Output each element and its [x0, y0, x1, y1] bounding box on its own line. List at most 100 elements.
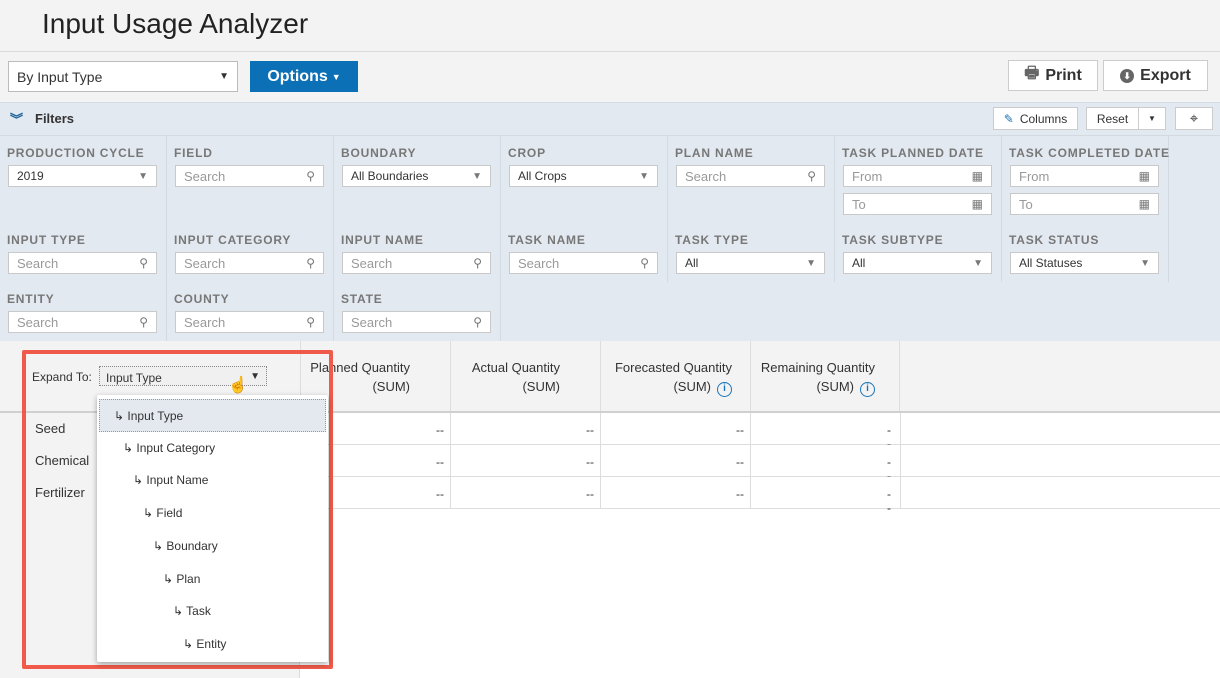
filter-value: All Boundaries [351, 169, 429, 183]
filter-select[interactable]: 2019 ▼ [8, 165, 157, 187]
filter-search-input[interactable]: Search ⚲ [509, 252, 658, 274]
filter-search-input[interactable]: Search ⚲ [342, 311, 491, 333]
date-from-input[interactable]: From ▦ [1010, 165, 1159, 187]
filter-value: From [852, 168, 883, 184]
options-button[interactable]: Options ▼ [250, 61, 358, 92]
indent-arrow-icon: ↳ [173, 604, 187, 619]
dropdown-option[interactable]: ↳ Entity [99, 628, 326, 661]
table-cell: -- [600, 413, 750, 445]
option-label: Entity [196, 636, 227, 651]
filter-search-input[interactable]: Search ⚲ [8, 311, 157, 333]
caret-down-icon: ▼ [1148, 114, 1156, 123]
filter-search-input[interactable]: Search ⚲ [342, 252, 491, 274]
reset-dropdown-button[interactable]: ▼ [1138, 107, 1166, 130]
dropdown-option[interactable]: ↳ Input Name [99, 464, 326, 497]
search-icon: ⚲ [473, 315, 482, 329]
filters-toggle[interactable]: Filters [35, 111, 74, 126]
option-label: Input Name [146, 473, 209, 488]
filter-select[interactable]: All ▼ [843, 252, 992, 274]
date-to-input[interactable]: To ▦ [1010, 193, 1159, 215]
filter-search-input[interactable]: Search ⚲ [175, 311, 324, 333]
filter-value: Search [184, 255, 226, 271]
filter-value: Search [17, 314, 59, 330]
filter-label: PLAN NAME [675, 146, 754, 160]
view-select-value: By Input Type [17, 68, 103, 85]
filter-value: Search [17, 255, 59, 271]
option-label: Boundary [166, 538, 218, 553]
column-subtitle: (SUM) [816, 379, 854, 394]
calendar-icon: ▦ [971, 197, 983, 211]
caret-down-icon: ▼ [219, 71, 229, 82]
calendar-icon: ▦ [1138, 169, 1150, 183]
search-icon: ⚲ [306, 315, 315, 329]
filter-label: INPUT NAME [341, 233, 424, 247]
caret-down-icon: ▼ [1140, 257, 1150, 269]
filter-label: TASK PLANNED DATE [842, 146, 984, 160]
table-cell: -- [750, 413, 900, 451]
filter-value: To [1019, 196, 1033, 212]
filter-search-input[interactable]: Search ⚲ [175, 252, 324, 274]
search-icon: ⚲ [807, 169, 816, 183]
calendar-icon: ▦ [971, 169, 983, 183]
column-forecasted-quantity[interactable]: Forecasted Quantity (SUM) i [600, 341, 750, 411]
collapse-chevron-icon[interactable]: ︾ [10, 109, 23, 128]
filter-search-input[interactable]: Search ⚲ [8, 252, 157, 274]
expand-to-dropdown: ↳ Input Type ↳ Input Category ↳ Input Name… [97, 395, 328, 662]
filter-label: COUNTY [174, 292, 230, 306]
indent-arrow-icon: ↳ [133, 473, 147, 488]
date-to-input[interactable]: To ▦ [843, 193, 992, 215]
filter-search-input[interactable]: Search ⚲ [676, 165, 825, 187]
dropdown-option[interactable]: ↳ Input Category [99, 432, 326, 465]
option-label: Input Type [127, 409, 184, 423]
caret-down-icon: ▼ [973, 257, 983, 269]
dropdown-option[interactable]: ↳ Plan [99, 563, 326, 596]
filter-label: PRODUCTION CYCLE [7, 146, 145, 160]
info-icon[interactable]: i [860, 382, 875, 397]
options-label: Options [267, 67, 328, 85]
search-icon: ⚲ [640, 256, 649, 270]
print-label: Print [1045, 66, 1082, 84]
filter-select[interactable]: All Boundaries ▼ [342, 165, 491, 187]
option-label: Plan [176, 571, 201, 586]
search-icon: ⚲ [473, 256, 482, 270]
indent-arrow-icon: ↳ [114, 409, 128, 423]
dropdown-option[interactable]: ↳ Task [99, 595, 326, 628]
export-button[interactable]: ⬇ Export [1103, 60, 1208, 91]
table-cell: -- [750, 445, 900, 483]
locate-button[interactable]: ⌖ [1175, 107, 1213, 130]
caret-down-icon: ▼ [331, 71, 341, 82]
filter-select[interactable]: All ▼ [676, 252, 825, 274]
indent-arrow-icon: ↳ [123, 440, 137, 455]
view-select[interactable]: By Input Type ▼ [8, 61, 238, 92]
column-remaining-quantity[interactable]: Remaining Quantity (SUM) i [750, 341, 900, 411]
filter-value: All Statuses [1019, 256, 1083, 270]
columns-button[interactable]: ✎ Columns [993, 107, 1078, 130]
dropdown-option[interactable]: ↳ Boundary [99, 530, 326, 563]
filter-value: Search [184, 168, 226, 184]
caret-down-icon: ▼ [138, 170, 148, 182]
filter-label: CROP [508, 146, 546, 160]
dropdown-option[interactable]: ↳ Input Type [99, 399, 326, 432]
filter-label: INPUT CATEGORY [174, 233, 292, 247]
table-cell: -- [450, 413, 600, 445]
print-button[interactable]: 🖶 Print [1008, 60, 1098, 91]
dropdown-option[interactable]: ↳ Field [99, 497, 326, 530]
option-label: Field [156, 506, 183, 521]
download-icon: ⬇ [1120, 68, 1135, 83]
search-icon: ⚲ [306, 256, 315, 270]
date-from-input[interactable]: From ▦ [843, 165, 992, 187]
reset-button[interactable]: Reset [1086, 107, 1139, 130]
columns-label: Columns [1019, 111, 1068, 126]
printer-icon: 🖶 [1024, 65, 1040, 82]
filter-value: From [1019, 168, 1050, 184]
filter-value: Search [518, 255, 560, 271]
filter-select[interactable]: All Statuses ▼ [1010, 252, 1159, 274]
filter-value: All [852, 256, 866, 270]
filter-search-input[interactable]: Search ⚲ [175, 165, 324, 187]
filter-select[interactable]: All Crops ▼ [509, 165, 658, 187]
column-subtitle: (SUM) [673, 379, 711, 394]
page-title: Input Usage Analyzer [42, 8, 309, 39]
info-icon[interactable]: i [717, 382, 732, 397]
column-actual-quantity[interactable]: Actual Quantity (SUM) [450, 341, 600, 411]
crosshair-icon: ⌖ [1189, 110, 1199, 127]
